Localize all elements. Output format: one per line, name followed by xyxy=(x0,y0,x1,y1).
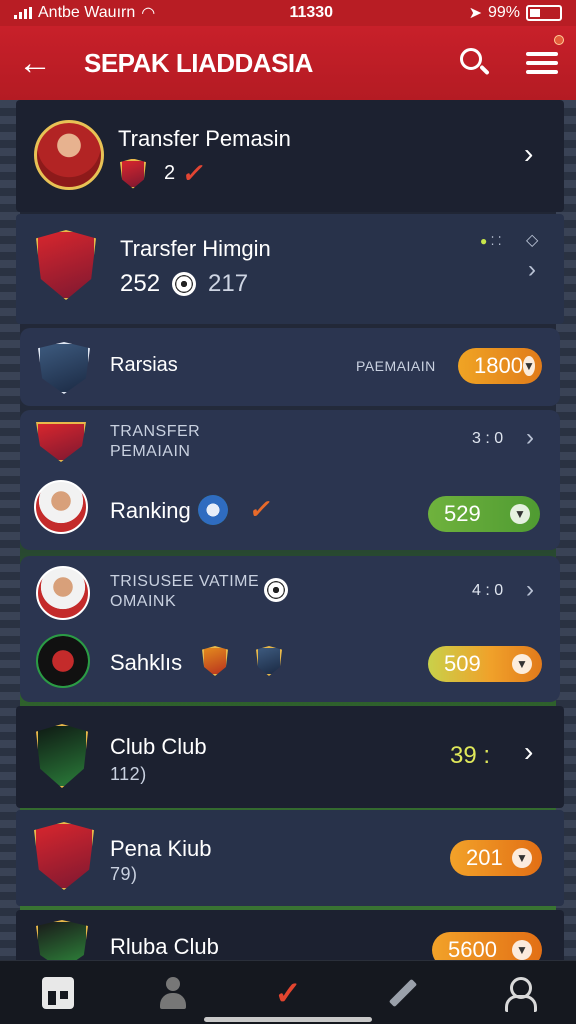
item-subtitle: Ranking xyxy=(110,498,191,523)
list-item[interactable]: Rluba Club 5600 ▼ xyxy=(16,910,564,960)
chevron-right-icon[interactable]: › xyxy=(526,424,534,452)
menu-button[interactable] xyxy=(526,35,564,79)
diamond-icon: ◇ xyxy=(526,232,539,249)
club-crest-icon xyxy=(34,822,94,890)
location-icon: ➤ xyxy=(468,5,482,22)
item-title: Transfer Pemasin xyxy=(118,126,291,151)
user-icon xyxy=(158,976,188,1009)
match-score: 4 : 0 xyxy=(472,582,504,599)
item-title: Rarsias xyxy=(110,354,178,376)
battery-percent: 99% xyxy=(487,4,520,21)
item-stat: 2 xyxy=(164,162,176,184)
player-avatar xyxy=(34,480,88,534)
app-bar: ← SEPAK LIADDASIA xyxy=(0,26,576,100)
item-subtitle: 79) xyxy=(110,864,138,884)
points-value: 201 xyxy=(466,845,503,870)
club-crest-icon xyxy=(256,646,282,676)
battery-icon xyxy=(526,5,562,21)
points-value: 5600 xyxy=(448,937,497,960)
nav-checklist[interactable]: ✓ xyxy=(268,973,308,1013)
soccer-ball-icon xyxy=(264,578,288,602)
club-crest-icon xyxy=(120,158,146,189)
chevron-right-icon[interactable]: › xyxy=(528,256,536,284)
page-title: SEPAK LIADDASIA xyxy=(84,47,313,78)
item-stat-a: 252 xyxy=(120,270,161,297)
nav-home[interactable] xyxy=(38,973,78,1013)
item-title: TRANSFER PEMAIAIN xyxy=(110,423,201,460)
points-value: 509 xyxy=(444,651,481,676)
club-crest-icon xyxy=(36,724,88,788)
points-value: 1800 xyxy=(474,353,523,378)
chevron-right-icon[interactable]: › xyxy=(526,576,534,604)
club-crest-icon xyxy=(202,646,228,676)
item-label: PAEMAIAIN xyxy=(356,358,436,374)
item-subtitle: 112) xyxy=(110,764,147,784)
nav-profile[interactable] xyxy=(498,973,538,1013)
chevron-right-icon[interactable]: › xyxy=(524,138,533,170)
wifi-icon: ◠ xyxy=(141,5,156,22)
points-pill[interactable]: 1800 ▼ xyxy=(458,348,542,384)
chevron-right-icon[interactable]: › xyxy=(524,736,533,768)
chevron-down-icon: ▼ xyxy=(510,504,530,524)
nav-users[interactable] xyxy=(153,973,193,1013)
check-icon: ✓ xyxy=(274,974,302,1011)
club-crest-icon xyxy=(36,230,96,300)
item-stat-b: 217 xyxy=(208,270,249,297)
back-button[interactable]: ← xyxy=(18,44,58,83)
page-dots: ● ⁚ ⁚ xyxy=(480,234,502,248)
points-pill[interactable]: 5600 ▼ xyxy=(432,932,542,960)
check-icon: ✓ xyxy=(180,158,209,188)
club-crest-icon xyxy=(36,920,88,960)
list-item[interactable]: TRISUSEE VATIME OMAINK 4 : 0 › Sahklıs 5… xyxy=(20,556,560,702)
edit-icon xyxy=(389,978,418,1007)
item-title: TRISUSEE VATIME OMAINK xyxy=(110,573,260,610)
home-icon xyxy=(41,976,74,1009)
club-logo-icon xyxy=(36,634,90,688)
carrier-label: Antbe Wauırn xyxy=(38,4,136,21)
list-item[interactable]: TRANSFER PEMAIAIN 3 : 0 › Ranking ✓ 529 ▼ xyxy=(20,410,560,550)
item-title: Rluba Club xyxy=(110,934,219,959)
list-item[interactable]: Pena Kiub 79) 201 ▼ xyxy=(16,810,564,906)
player-avatar xyxy=(36,566,90,620)
points-pill[interactable]: 529 ▼ xyxy=(428,496,540,532)
list-item[interactable]: Club Club 112) 39 : › xyxy=(16,706,564,808)
club-badge-icon xyxy=(198,494,228,525)
notification-dot xyxy=(554,35,564,45)
item-score: 39 : xyxy=(450,742,491,769)
status-bar: Antbe Wauırn ◠ 11330 ➤ 99% xyxy=(0,0,576,26)
item-title: Trarsfer Himgin xyxy=(120,236,271,261)
bottom-nav: ✓ xyxy=(0,960,576,1024)
list-item[interactable]: Rarsias PAEMAIAIN 1800 ▼ xyxy=(20,328,560,406)
check-icon: ✓ xyxy=(246,494,276,524)
signal-icon xyxy=(14,7,32,19)
chevron-down-icon: ▼ xyxy=(512,848,532,868)
club-crest-icon xyxy=(36,422,86,462)
list-item[interactable]: Trarsfer Himgin 252 217 ● ⁚ ⁚ ◇ › xyxy=(16,214,564,324)
item-title: Pena Kiub xyxy=(110,836,212,861)
soccer-ball-icon xyxy=(172,272,197,296)
shield-icon xyxy=(38,342,90,394)
chevron-down-icon: ▼ xyxy=(512,940,532,960)
search-button[interactable] xyxy=(458,46,492,80)
points-value: 529 xyxy=(444,501,481,526)
profile-icon xyxy=(503,976,538,1012)
chevron-down-icon: ▼ xyxy=(512,654,532,674)
item-title: Club Club xyxy=(110,734,207,759)
clock: 11330 xyxy=(289,4,334,21)
points-pill[interactable]: 509 ▼ xyxy=(428,646,542,682)
home-indicator xyxy=(204,1017,372,1022)
nav-edit[interactable] xyxy=(383,973,423,1013)
chevron-down-icon: ▼ xyxy=(522,356,535,376)
item-subtitle: Sahklıs xyxy=(110,650,183,675)
transfer-list: Transfer Pemasin 2 ✓ › Trarsfer Himgin 2… xyxy=(16,100,564,960)
match-score: 3 : 0 xyxy=(472,430,504,447)
player-avatar xyxy=(34,120,104,190)
points-pill[interactable]: 201 ▼ xyxy=(450,840,542,876)
list-item[interactable]: Transfer Pemasin 2 ✓ › xyxy=(16,100,564,212)
